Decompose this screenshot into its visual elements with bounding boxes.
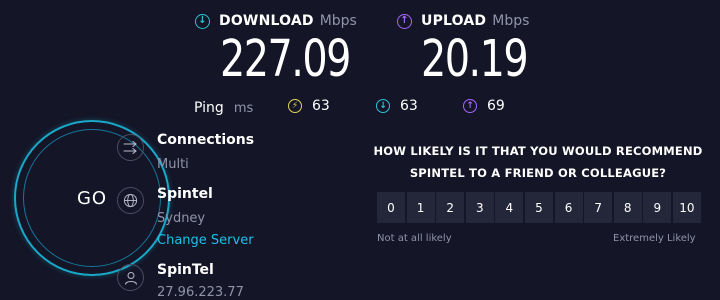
survey-question-line1: HOW LIKELY IS IT THAT YOU WOULD RECOMMEN… (373, 144, 703, 158)
connections-arrows-icon (117, 134, 144, 161)
ping-label: Ping (194, 100, 224, 116)
globe-icon (117, 187, 144, 214)
ping-idle: ⚡ 63 (288, 98, 330, 114)
bolt-circle-icon: ⚡ (288, 99, 302, 113)
download-value: 227.09 (220, 30, 351, 89)
connections-value[interactable]: Multi (157, 157, 189, 172)
scale-option-3[interactable]: 3 (465, 192, 494, 223)
scale-option-8[interactable]: 8 (613, 192, 642, 223)
download-unit: Mbps (319, 13, 357, 29)
scale-option-10[interactable]: 10 (672, 192, 701, 223)
download-label: DOWNLOAD (219, 13, 314, 29)
server-name: Spintel (157, 186, 213, 202)
go-button-ring[interactable]: GO (14, 120, 170, 276)
survey-question-line2: SPINTEL TO A FRIEND OR COLLEAGUE? (409, 166, 667, 180)
scale-low-label: Not at all likely (377, 233, 452, 244)
scale-option-7[interactable]: 7 (584, 192, 613, 223)
change-server-link[interactable]: Change Server (157, 233, 254, 248)
connections-title: Connections (157, 132, 255, 148)
scale-option-2[interactable]: 2 (436, 192, 465, 223)
survey-scale: 0 1 2 3 4 5 6 7 8 9 10 (377, 192, 703, 223)
scale-option-1[interactable]: 1 (406, 192, 435, 223)
scale-option-4[interactable]: 4 (495, 192, 524, 223)
upload-label: UPLOAD (421, 13, 487, 29)
upload-value: 20.19 (421, 30, 529, 89)
scale-option-5[interactable]: 5 (524, 192, 553, 223)
scale-option-0[interactable]: 0 (377, 192, 405, 223)
user-icon (117, 264, 144, 291)
scale-option-6[interactable]: 6 (554, 192, 583, 223)
arrow-up-circle-icon: ↑ (397, 13, 412, 29)
ping-download-value: 63 (400, 98, 418, 114)
download-header: ↓ DOWNLOAD Mbps (195, 13, 357, 29)
ping-idle-value: 63 (312, 98, 330, 114)
arrow-down-circle-icon: ↓ (376, 99, 390, 113)
provider-name: SpinTel (157, 262, 214, 278)
ping-unit: ms (233, 101, 254, 116)
ping-upload: ↑ 69 (463, 98, 505, 114)
arrow-down-circle-icon: ↓ (195, 13, 210, 29)
ping-upload-value: 69 (487, 98, 505, 114)
arrow-up-circle-icon: ↑ (463, 99, 477, 113)
server-location: Sydney (157, 211, 206, 226)
provider-ip: 27.96.223.77 (157, 285, 244, 300)
ping-download: ↓ 63 (376, 98, 418, 114)
upload-header: ↑ UPLOAD Mbps (397, 13, 529, 29)
scale-option-9[interactable]: 9 (643, 192, 672, 223)
ping-header: Ping ms (194, 97, 253, 116)
scale-high-label: Extremely Likely (613, 233, 696, 244)
upload-unit: Mbps (492, 13, 530, 29)
survey-question: HOW LIKELY IS IT THAT YOU WOULD RECOMMEN… (373, 140, 703, 184)
